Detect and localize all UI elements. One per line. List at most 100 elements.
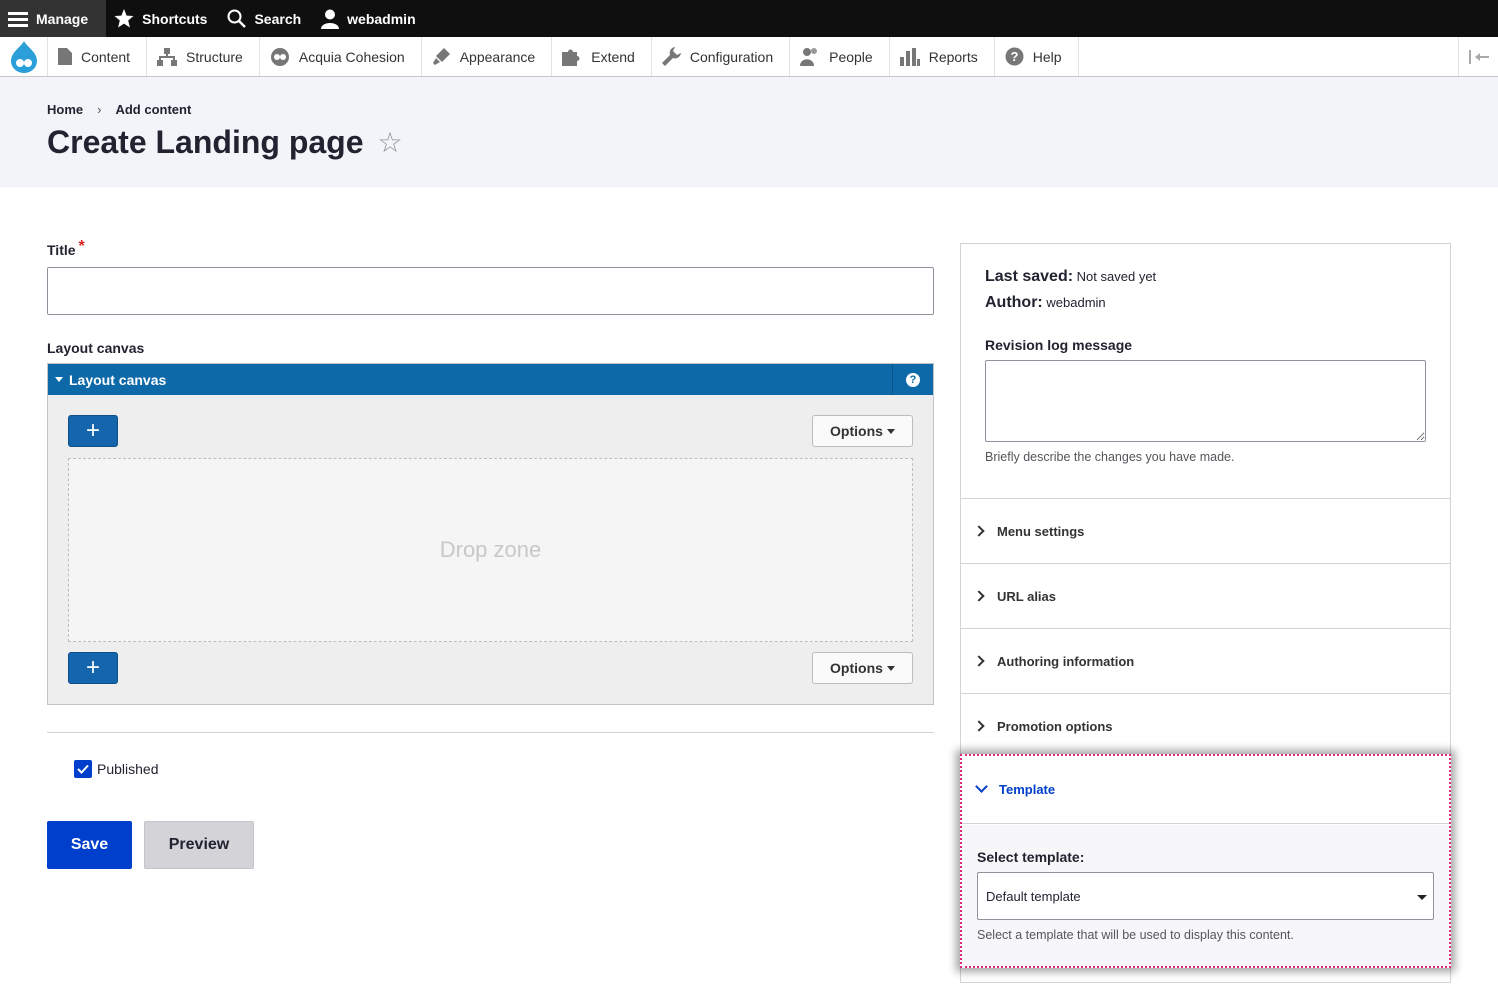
template-section: Template Select template: Default templa… <box>960 754 1451 968</box>
options-bottom-button[interactable]: Options <box>812 652 913 684</box>
admin-toolbar: Manage Shortcuts Search webadmin <box>0 0 1498 37</box>
admin-menu-tray: Content Structure Acquia Cohesion Appear… <box>0 37 1498 77</box>
breadcrumb: Home › Add content <box>47 102 191 117</box>
manage-toolbar-tab[interactable]: Manage <box>0 0 107 37</box>
people-icon <box>800 48 818 66</box>
dropdown-arrow-icon <box>1417 895 1427 900</box>
drop-zone[interactable]: Drop zone <box>68 458 913 642</box>
published-checkbox[interactable] <box>74 760 92 778</box>
caret-down-icon <box>886 665 895 671</box>
tray-item-label: Help <box>1032 48 1062 65</box>
chevron-right-icon <box>973 590 985 602</box>
template-select[interactable]: Default template <box>977 872 1434 920</box>
layout-canvas-toggle[interactable]: Layout canvas ? <box>48 364 933 395</box>
page-title-text: Create Landing page <box>47 124 364 160</box>
revision-log-help: Briefly describe the changes you have ma… <box>985 450 1235 464</box>
caret-down-icon <box>55 377 63 382</box>
tray-item-acquia-cohesion[interactable]: Acquia Cohesion <box>260 37 422 76</box>
user-label: webadmin <box>347 10 416 27</box>
options-label: Options <box>830 660 883 676</box>
required-marker: * <box>78 238 85 255</box>
template-toggle[interactable]: Template <box>962 756 1449 824</box>
search-toolbar-tab[interactable]: Search <box>219 0 313 37</box>
template-help: Select a template that will be used to d… <box>977 928 1294 942</box>
bar-chart-icon <box>899 47 920 66</box>
add-component-bottom-button[interactable]: + <box>68 652 118 684</box>
tray-item-configuration[interactable]: Configuration <box>652 37 791 76</box>
document-icon <box>58 48 72 65</box>
page-header: Home › Add content Create Landing page ☆ <box>0 77 1498 187</box>
accordion-label: URL alias <box>997 588 1057 604</box>
save-button[interactable]: Save <box>47 821 132 869</box>
layout-canvas-label: Layout canvas <box>47 340 145 356</box>
add-component-top-button[interactable]: + <box>68 415 118 447</box>
manage-label: Manage <box>36 10 89 27</box>
title-label-text: Title <box>47 242 76 258</box>
search-icon <box>227 9 247 28</box>
shortcuts-label: Shortcuts <box>142 10 208 27</box>
tray-item-label: Configuration <box>689 48 774 65</box>
author-value: webadmin <box>1046 295 1106 310</box>
chevron-right-icon <box>973 720 985 732</box>
tray-item-content[interactable]: Content <box>48 37 148 76</box>
tray-item-label: Structure <box>186 48 243 65</box>
tray-item-label: Extend <box>591 48 635 65</box>
tray-item-label: Acquia Cohesion <box>298 48 405 65</box>
author-label: Author: <box>985 294 1043 311</box>
hamburger-icon <box>8 11 28 27</box>
breadcrumb-separator: › <box>97 102 102 117</box>
select-template-label: Select template: <box>977 849 1085 865</box>
tray-item-appearance[interactable]: Appearance <box>422 37 553 76</box>
tray-item-people[interactable]: People <box>790 37 890 76</box>
shortcut-star-icon[interactable]: ☆ <box>378 126 403 159</box>
breadcrumb-add-content-link[interactable]: Add content <box>115 102 191 117</box>
user-toolbar-tab[interactable]: webadmin <box>313 0 427 37</box>
tray-item-label: People <box>829 48 873 65</box>
user-icon <box>321 9 340 29</box>
tray-item-structure[interactable]: Structure <box>147 37 260 76</box>
sitemap-icon <box>157 47 178 66</box>
page-title: Create Landing page ☆ <box>47 124 403 161</box>
layout-canvas: Layout canvas ? + Options Drop zone + Op… <box>47 363 934 705</box>
last-saved-label: Last saved: <box>985 268 1074 285</box>
cohesion-icon <box>270 47 289 66</box>
checkmark-icon <box>77 764 89 774</box>
paintbrush-icon <box>432 48 450 65</box>
author-row: Author: webadmin <box>985 294 1106 312</box>
svg-text:?: ? <box>1010 49 1018 64</box>
tray-item-label: Appearance <box>459 48 536 65</box>
url-alias-toggle[interactable]: URL alias <box>961 563 1450 628</box>
tray-item-help[interactable]: ? Help <box>995 37 1079 76</box>
breadcrumb-home-link[interactable]: Home <box>47 102 83 117</box>
chevron-right-icon <box>973 525 985 537</box>
chevron-down-icon <box>975 780 988 793</box>
tray-item-label: Content <box>81 48 131 65</box>
tray-item-extend[interactable]: Extend <box>552 37 652 76</box>
collapse-tray-icon[interactable] <box>1458 37 1498 76</box>
tray-item-reports[interactable]: Reports <box>890 37 995 76</box>
title-label: Title * <box>47 238 85 260</box>
tray-item-label: Reports <box>928 48 978 65</box>
promotion-options-toggle[interactable]: Promotion options <box>961 693 1450 758</box>
form-divider <box>47 732 934 733</box>
shortcuts-toolbar-tab[interactable]: Shortcuts <box>106 0 219 37</box>
drupal-logo-icon[interactable] <box>0 37 48 76</box>
options-label: Options <box>830 423 883 439</box>
layout-canvas-help-button[interactable]: ? <box>892 364 933 395</box>
accordion-label: Promotion options <box>997 718 1113 734</box>
menu-settings-toggle[interactable]: Menu settings <box>961 498 1450 563</box>
revision-log-textarea[interactable] <box>985 360 1426 442</box>
published-label[interactable]: Published <box>97 761 159 777</box>
authoring-information-toggle[interactable]: Authoring information <box>961 628 1450 693</box>
question-icon: ? <box>906 372 920 387</box>
wrench-icon <box>661 47 681 66</box>
accordion-label: Menu settings <box>997 523 1085 539</box>
star-icon <box>114 9 134 28</box>
options-top-button[interactable]: Options <box>812 415 913 447</box>
title-input[interactable] <box>47 267 934 315</box>
chevron-right-icon <box>973 655 985 667</box>
layout-canvas-header-label: Layout canvas <box>69 371 167 388</box>
revision-log-label: Revision log message <box>985 337 1133 353</box>
accordion-label: Authoring information <box>997 653 1135 669</box>
preview-button[interactable]: Preview <box>144 821 254 869</box>
